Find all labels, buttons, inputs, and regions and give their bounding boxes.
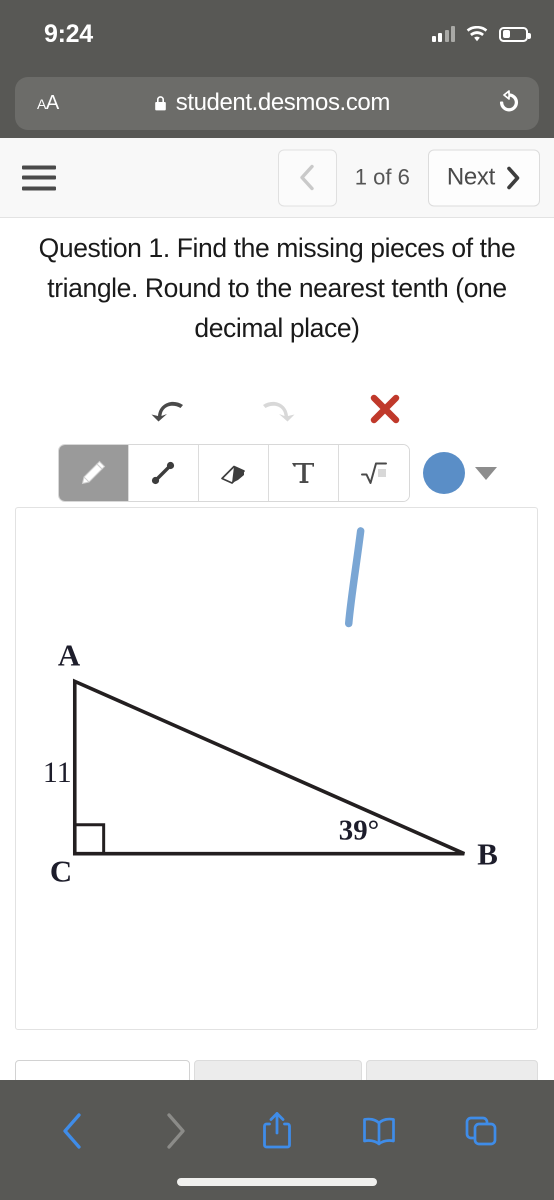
eraser-icon — [221, 465, 245, 484]
battery-icon — [499, 26, 531, 42]
reload-icon[interactable] — [497, 90, 521, 116]
sketch-tool-group — [57, 444, 410, 502]
pencil-tool-button[interactable] — [58, 445, 129, 501]
side-length-label-AC: 11 — [43, 756, 72, 789]
color-swatch[interactable] — [422, 452, 465, 494]
blue-pen-stroke — [344, 527, 365, 628]
chevron-left-icon — [63, 1113, 81, 1149]
sketch-action-row — [0, 385, 554, 433]
pencil-icon — [81, 460, 106, 485]
chevron-down-icon[interactable] — [474, 466, 497, 480]
vertex-label-C: C — [50, 854, 72, 889]
lock-icon — [154, 96, 166, 111]
page-indicator: 1 of 6 — [354, 164, 410, 190]
previous-screen-button[interactable] — [277, 149, 337, 206]
text-t-icon — [292, 463, 314, 483]
redo-button[interactable] — [256, 391, 298, 427]
activity-nav-bar: 1 of 6 Next — [0, 138, 554, 218]
chevron-left-icon — [300, 164, 314, 191]
home-indicator — [177, 1178, 377, 1186]
undo-arrow-icon — [151, 401, 183, 422]
color-picker[interactable] — [422, 452, 497, 494]
browser-back-button[interactable] — [50, 1108, 96, 1154]
square-root-icon — [360, 462, 387, 484]
red-x-icon — [370, 394, 400, 424]
line-segment-icon — [151, 461, 175, 485]
book-icon — [363, 1117, 395, 1146]
tabs-icon — [465, 1116, 497, 1146]
line-tool-button[interactable] — [128, 445, 199, 501]
status-bar-icons — [431, 25, 531, 43]
nav-pagination: 1 of 6 Next — [277, 149, 540, 206]
question-prompt: Question 1. Find the missing pieces of t… — [38, 233, 516, 343]
url-text: student.desmos.com — [175, 89, 391, 116]
angle-label-B: 39° — [339, 815, 379, 847]
eraser-tool-button[interactable] — [198, 445, 269, 501]
share-icon — [263, 1112, 291, 1149]
tabs-button[interactable] — [458, 1108, 504, 1154]
url-display[interactable]: student.desmos.com — [47, 89, 497, 117]
hamburger-menu-icon[interactable] — [22, 165, 56, 190]
next-screen-button[interactable]: Next — [427, 149, 540, 206]
sketch-tool-row — [0, 444, 554, 502]
safari-toolbar-icons — [0, 1102, 554, 1160]
text-tool-button[interactable] — [268, 445, 339, 501]
next-button-label: Next — [446, 163, 495, 191]
browser-forward-button[interactable] — [152, 1108, 198, 1154]
undo-button[interactable] — [148, 391, 190, 427]
vertex-label-A: A — [58, 637, 81, 672]
triangle-diagram: A B C 11 39° — [43, 527, 498, 889]
math-tool-button[interactable] — [338, 445, 409, 501]
bookmarks-button[interactable] — [356, 1108, 402, 1154]
vertex-label-B: B — [477, 837, 498, 872]
app-root: 9:24 AA student.desmos.com 1 of 6 Next Q… — [0, 0, 554, 1200]
share-button[interactable] — [254, 1108, 300, 1154]
safari-url-bar-container: AA student.desmos.com — [0, 68, 554, 138]
safari-url-bar[interactable]: AA student.desmos.com — [15, 76, 539, 130]
status-bar-clock: 9:24 — [44, 19, 93, 48]
chevron-right-icon — [167, 1113, 185, 1149]
redo-arrow-icon — [263, 401, 295, 422]
safari-bottom-toolbar — [0, 1080, 554, 1200]
sketch-canvas[interactable]: A B C 11 39° — [15, 507, 538, 1030]
ios-status-bar: 9:24 — [0, 0, 554, 68]
triangle-outline — [72, 678, 466, 856]
right-angle-marker — [74, 823, 106, 854]
cellular-signal-icon — [431, 26, 455, 42]
clear-button[interactable] — [364, 391, 406, 427]
wifi-icon — [466, 25, 488, 41]
chevron-right-icon — [507, 166, 520, 189]
